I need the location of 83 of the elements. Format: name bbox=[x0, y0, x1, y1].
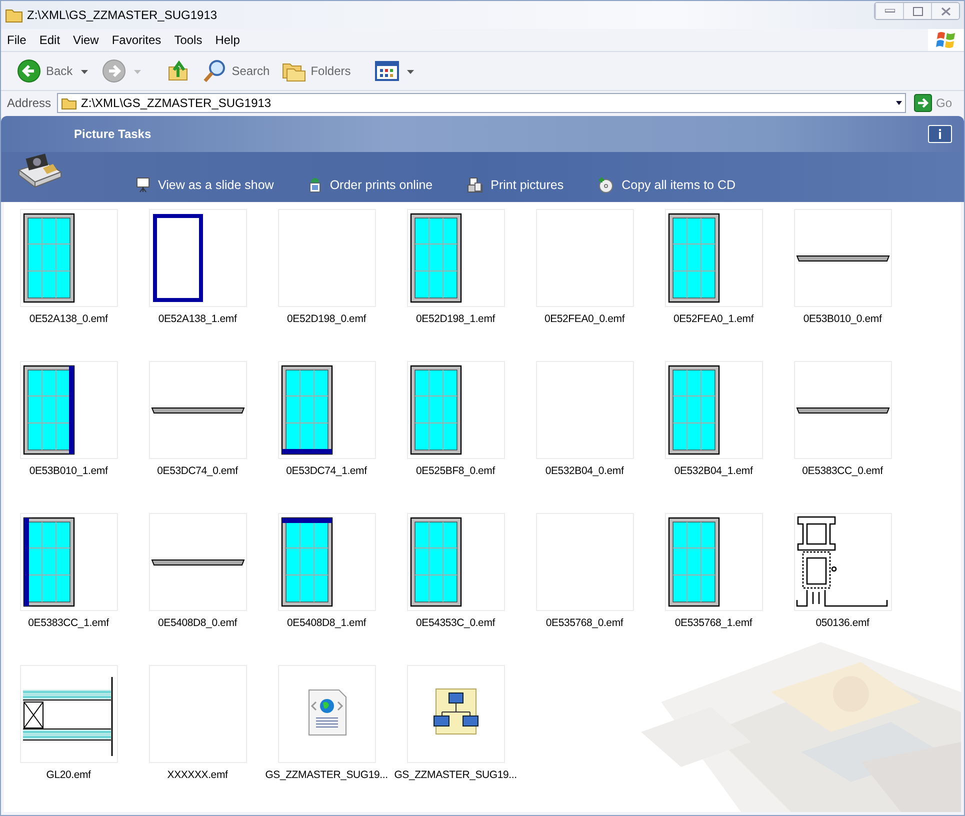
thumbnail[interactable] bbox=[664, 209, 762, 307]
search-button[interactable]: Search bbox=[198, 57, 274, 85]
file-name[interactable]: 0E53DC74_0.emf bbox=[157, 465, 238, 477]
thumbnail[interactable] bbox=[406, 209, 504, 307]
file-name[interactable]: 0E52D198_1.emf bbox=[416, 313, 495, 325]
task-link[interactable]: Order prints online bbox=[308, 177, 433, 193]
menu-item[interactable]: Favorites bbox=[112, 33, 162, 47]
thumbnail[interactable] bbox=[20, 513, 118, 611]
thumbnail[interactable] bbox=[794, 361, 892, 459]
cd-icon bbox=[598, 177, 614, 193]
dropdown-arrow-icon[interactable] bbox=[406, 70, 414, 74]
thumbnail[interactable] bbox=[278, 361, 376, 459]
back-button[interactable]: Back bbox=[13, 57, 77, 85]
file-name[interactable]: 0E54353C_0.emf bbox=[416, 617, 495, 629]
file-name[interactable]: 0E532B04_0.emf bbox=[545, 465, 624, 477]
file-name[interactable]: 0E52FEA0_1.emf bbox=[673, 313, 754, 325]
thumbnail[interactable] bbox=[20, 361, 118, 459]
task-link[interactable]: View as a slide show bbox=[136, 177, 274, 193]
file-name[interactable]: 0E535768_1.emf bbox=[674, 617, 752, 629]
file-name[interactable]: 0E53B010_0.emf bbox=[803, 313, 882, 325]
camera-photos-icon bbox=[15, 152, 63, 188]
file-name[interactable]: 0E52FEA0_0.emf bbox=[544, 313, 625, 325]
thumbnail[interactable] bbox=[664, 513, 762, 611]
thumbnail[interactable] bbox=[148, 209, 246, 307]
file-name[interactable]: 0E5408D8_1.emf bbox=[287, 617, 366, 629]
projector-screen-icon bbox=[136, 177, 150, 193]
menu-item[interactable]: View bbox=[73, 33, 99, 47]
thumbnail[interactable] bbox=[20, 665, 118, 763]
folders-button[interactable]: Folders bbox=[278, 58, 355, 84]
file-name[interactable]: 0E535768_0.emf bbox=[546, 617, 624, 629]
thumbnail[interactable] bbox=[278, 513, 376, 611]
views-icon bbox=[374, 61, 399, 81]
picture-tasks-heading: Picture Tasks bbox=[74, 127, 152, 141]
file-name[interactable]: 0E5408D8_0.emf bbox=[158, 617, 237, 629]
schema-file-icon bbox=[433, 688, 478, 734]
printer-icon bbox=[466, 177, 483, 193]
file-name[interactable]: 0E52A138_0.emf bbox=[29, 313, 108, 325]
info-button[interactable] bbox=[928, 125, 952, 143]
file-name[interactable]: 050136.emf bbox=[816, 617, 870, 629]
thumbnail[interactable] bbox=[406, 513, 504, 611]
file-name[interactable]: 0E532B04_1.emf bbox=[674, 465, 753, 477]
menu-item[interactable]: Edit bbox=[39, 33, 60, 47]
task-link[interactable]: Copy all items to CD bbox=[598, 177, 736, 193]
folder-icon bbox=[5, 8, 23, 22]
thumbnail[interactable] bbox=[406, 361, 504, 459]
file-name[interactable]: GS_ZZMASTER_SUG19... bbox=[265, 769, 388, 781]
file-name[interactable]: 0E53DC74_1.emf bbox=[286, 465, 367, 477]
file-name[interactable]: XXXXXX.emf bbox=[167, 769, 228, 781]
minimize-icon bbox=[884, 9, 894, 13]
close-icon bbox=[940, 6, 950, 16]
info-icon bbox=[937, 129, 943, 139]
file-name[interactable]: GS_ZZMASTER_SUG19... bbox=[394, 769, 517, 781]
file-name[interactable]: GL20.emf bbox=[46, 769, 91, 781]
windows-logo-icon bbox=[936, 31, 956, 49]
maximize-icon bbox=[912, 6, 922, 16]
folder-icon bbox=[61, 96, 78, 110]
file-name[interactable]: 0E5383CC_0.emf bbox=[802, 465, 883, 477]
thumbnail[interactable] bbox=[148, 513, 246, 611]
address-label: Address bbox=[7, 96, 52, 110]
thumbnail[interactable] bbox=[278, 665, 376, 763]
thumbnail[interactable] bbox=[794, 209, 892, 307]
minimize-button[interactable] bbox=[875, 3, 903, 19]
dropdown-arrow-icon[interactable] bbox=[80, 70, 88, 74]
file-name[interactable]: 0E53B010_1.emf bbox=[29, 465, 108, 477]
file-name[interactable]: 0E52D198_0.emf bbox=[287, 313, 366, 325]
file-name[interactable]: 0E52A138_1.emf bbox=[158, 313, 237, 325]
task-link[interactable]: Print pictures bbox=[466, 177, 564, 193]
menu-item[interactable]: File bbox=[7, 33, 26, 47]
xml-file-icon bbox=[308, 690, 346, 736]
window-title: Z:\XML\GS_ZZMASTER_SUG1913 bbox=[27, 8, 218, 22]
thumbnail[interactable] bbox=[148, 361, 246, 459]
menu-item[interactable]: Help bbox=[215, 33, 240, 47]
maximize-button[interactable] bbox=[903, 3, 931, 19]
thumbnail[interactable] bbox=[664, 361, 762, 459]
address-field[interactable]: Z:\XML\GS_ZZMASTER_SUG1913 bbox=[57, 93, 906, 113]
menu-item[interactable]: Tools bbox=[174, 33, 202, 47]
file-name[interactable]: 0E525BF8_0.emf bbox=[416, 465, 495, 477]
search-icon bbox=[202, 59, 227, 83]
order-prints-icon bbox=[308, 177, 322, 193]
close-button[interactable] bbox=[931, 3, 959, 19]
file-name[interactable]: 0E5383CC_1.emf bbox=[28, 617, 109, 629]
thumbnail[interactable] bbox=[20, 209, 118, 307]
thumbnail[interactable] bbox=[406, 665, 504, 763]
